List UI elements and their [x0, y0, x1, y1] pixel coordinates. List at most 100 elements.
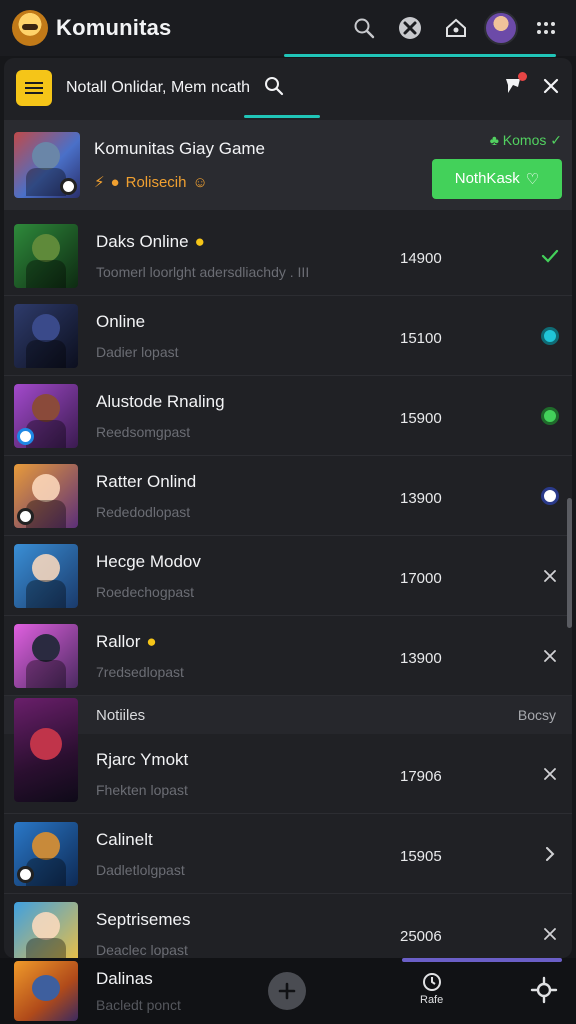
hamburger-icon	[25, 82, 43, 94]
game-icon[interactable]	[392, 10, 428, 46]
lightning-icon: ⚡	[94, 174, 105, 191]
item-count: 17000	[400, 570, 442, 587]
featured-community[interactable]: Komunitas Giay Game ⚡ ● Rolisecih ☺ ♣ Ko…	[4, 120, 572, 210]
item-count: 15905	[400, 848, 442, 865]
app-logo	[12, 10, 48, 46]
nav-item[interactable]: Rafe	[420, 972, 443, 1006]
notification-icon[interactable]	[502, 71, 527, 102]
smile-icon: ●	[194, 231, 205, 251]
search-tab-indicator	[244, 115, 320, 118]
community-panel: Notall Onlidar, Mem ncath Komunitas Giay…	[4, 58, 572, 958]
item-count: 13900	[400, 490, 442, 507]
close-icon[interactable]	[538, 564, 562, 588]
item-thumbnail	[14, 383, 78, 448]
item-subtitle: Fhekten lopast	[96, 781, 188, 798]
grid-menu-icon[interactable]	[528, 10, 564, 46]
item-thumbnail	[14, 821, 78, 886]
list-item[interactable]: Calinelt Dadletlolgpast 15905	[4, 814, 572, 894]
item-count: 25006	[400, 928, 442, 945]
item-subtitle: Deaclec lopast	[96, 941, 188, 958]
app-title: Komunitas	[56, 15, 172, 40]
list-item[interactable]: Rjarc Ymokt Fhekten lopast 17906	[4, 734, 572, 814]
chevron-right-icon[interactable]	[538, 842, 562, 866]
notification-badge	[518, 71, 527, 81]
item-thumbnail	[14, 961, 78, 1021]
featured-title: Komunitas Giay Game	[94, 139, 266, 158]
heart-icon: ♡	[525, 170, 540, 188]
plus-icon	[278, 982, 296, 1000]
item-thumbnail	[14, 698, 78, 802]
close-icon[interactable]	[538, 762, 562, 786]
leaf-icon: ♣	[489, 131, 503, 148]
item-thumbnail	[14, 303, 78, 368]
bottom-item-subtitle: Bacledt ponct	[96, 997, 181, 1013]
featured-thumbnail	[14, 132, 80, 198]
section-side-label[interactable]: Bocsy	[518, 707, 556, 723]
nav-label: Rafe	[420, 994, 444, 1006]
close-icon[interactable]	[542, 77, 560, 100]
fire-icon: ●	[110, 173, 120, 191]
list-item[interactable]: Hecge Modov Roedechogpast 17000	[4, 536, 572, 616]
bottom-bar: Dalinas Bacledt ponct Rafe	[0, 958, 576, 1024]
item-subtitle: Dadier lopast	[96, 343, 179, 360]
status-dot-icon[interactable]	[538, 404, 562, 428]
list-item[interactable]: Ratter Onlind Rededodlopast 13900	[4, 456, 572, 536]
item-title: Daks Online	[96, 231, 189, 251]
item-count: 15900	[400, 410, 442, 427]
item-thumbnail	[14, 463, 78, 528]
status-dot-icon[interactable]	[538, 484, 562, 508]
item-title: Ratter Onlind	[96, 471, 197, 491]
featured-tag[interactable]: ♣ Komos ✓	[490, 132, 562, 149]
item-subtitle: Roedechogpast	[96, 583, 195, 600]
check-icon[interactable]	[538, 244, 562, 268]
close-icon[interactable]	[538, 922, 562, 946]
item-count: 15100	[400, 330, 442, 347]
scrollbar[interactable]	[567, 498, 572, 628]
close-icon[interactable]	[538, 644, 562, 668]
list-item[interactable]: Daks Online ● Toomerl loorlght adersdliac…	[4, 216, 572, 296]
join-button[interactable]: NothKask ♡	[432, 158, 562, 199]
bottom-accent	[402, 958, 562, 962]
smile-icon: ●	[146, 631, 157, 651]
item-subtitle: Dadletlolgpast	[96, 861, 185, 878]
item-title: Alustode Rnaling	[96, 391, 225, 411]
search-icon[interactable]	[264, 76, 284, 101]
search-icon[interactable]	[346, 10, 382, 46]
check-icon: ✓	[546, 131, 562, 148]
item-title: Rallor	[96, 631, 141, 651]
section-header: Notiiles Bocsy	[4, 696, 572, 734]
item-thumbnail	[14, 223, 78, 288]
item-subtitle: Toomerl loorlght adersdliachdy . III	[96, 263, 310, 280]
item-count: 17906	[400, 768, 442, 785]
accent-line	[284, 54, 556, 57]
menu-button[interactable]	[16, 70, 52, 106]
item-title: Calinelt	[96, 829, 153, 849]
home-icon[interactable]	[438, 10, 474, 46]
item-thumbnail	[14, 623, 78, 688]
avatar[interactable]	[484, 11, 518, 45]
status-dot-icon[interactable]	[538, 324, 562, 348]
list-item[interactable]: Online Dadier lopast 15100	[4, 296, 572, 376]
community-list: Daks Online ● Toomerl loorlght adersdliac…	[4, 216, 572, 958]
item-title: Online	[96, 311, 146, 331]
item-subtitle: 7redsedlopast	[96, 663, 184, 680]
smile-icon: ☺	[192, 173, 208, 191]
item-thumbnail	[14, 901, 78, 958]
list-item[interactable]: Alustode Rnaling Reedsomgpast 15900	[4, 376, 572, 456]
item-title: Rjarc Ymokt	[96, 749, 189, 769]
search-input[interactable]: Notall Onlidar, Mem ncath	[66, 79, 250, 97]
bottom-item-title: Dalinas	[96, 969, 153, 988]
item-count: 13900	[400, 650, 442, 667]
item-subtitle: Rededodlopast	[96, 503, 191, 520]
item-subtitle: Reedsomgpast	[96, 423, 191, 440]
section-title: Notiiles	[96, 706, 146, 724]
clock-icon	[422, 973, 441, 991]
item-thumbnail	[14, 543, 78, 608]
list-item[interactable]: Rallor ● 7redsedlopast 13900	[4, 616, 572, 696]
featured-subtitle: Rolisecih	[125, 173, 187, 191]
item-title: Hecge Modov	[96, 551, 201, 571]
list-item[interactable]: Septrisemes Deaclec lopast 25006	[4, 894, 572, 958]
settings-icon[interactable]	[530, 976, 558, 1009]
app-bar: Komunitas	[0, 0, 576, 56]
add-button[interactable]	[268, 972, 306, 1010]
